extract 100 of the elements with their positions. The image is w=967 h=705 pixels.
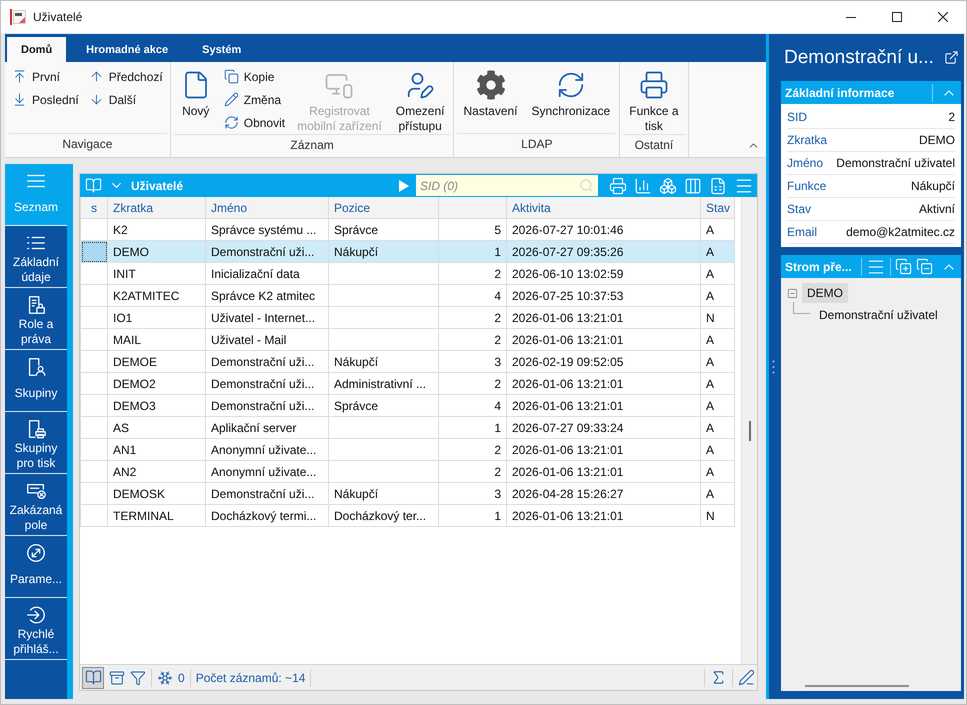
table-cell: Docházkový ter... bbox=[328, 504, 438, 526]
table-row[interactable]: DEMO Demonstrační uži... Nákupčí 1 2026-07-27 09:35:26 A bbox=[80, 240, 734, 262]
ribbon-button[interactable]: Funkce a tisk bbox=[623, 65, 685, 134]
table-row[interactable]: DEMOE Demonstrační uži... Nákupčí 3 2026-02-19 09:52:05 A bbox=[80, 350, 734, 372]
column-header[interactable]: Pozice bbox=[328, 197, 438, 218]
table-row[interactable]: AN1 Anonymní uživate... 2 2026-01-06 13:21:01 A bbox=[80, 438, 734, 460]
ribbon-tab[interactable]: Systém bbox=[188, 37, 256, 62]
splitter[interactable] bbox=[766, 34, 778, 699]
row-focus-marker[interactable] bbox=[80, 240, 108, 262]
column-header[interactable]: Stav bbox=[700, 197, 734, 218]
ribbon-button[interactable]: Kopie bbox=[220, 65, 290, 88]
spreadsheet-icon[interactable] bbox=[709, 176, 727, 194]
table-row[interactable]: K2ATMITEC Správce K2 atmitec 4 2026-07-25 10:37:53 A bbox=[80, 284, 734, 306]
field-value: demo@k2atmitec.cz bbox=[846, 225, 955, 239]
ribbon-button[interactable]: Nastavení bbox=[457, 65, 524, 119]
ribbon-tab[interactable]: Hromadné akce bbox=[72, 37, 182, 62]
search-field[interactable]: SID (0) bbox=[416, 175, 598, 196]
detail-title: Demonstrační u... bbox=[784, 46, 935, 68]
ribbon-tab[interactable]: Domů bbox=[7, 37, 66, 62]
collapse-all-icon[interactable] bbox=[916, 258, 933, 275]
expand-all-icon[interactable] bbox=[895, 258, 912, 275]
table-row[interactable]: DEMO3 Demonstrační uži... Správce 4 2026-01-06 13:21:01 A bbox=[80, 394, 734, 416]
arrow-up-to-line-icon bbox=[12, 69, 27, 84]
column-header[interactable]: Zkratka bbox=[108, 197, 206, 218]
table-cell: TERMINAL bbox=[108, 504, 206, 526]
maximize-icon bbox=[892, 12, 902, 22]
ribbon-button[interactable]: Synchronizace bbox=[526, 65, 616, 119]
popout-icon[interactable] bbox=[944, 50, 959, 65]
ribbon-button[interactable]: Další bbox=[84, 88, 167, 111]
scrollbar-thumb[interactable] bbox=[805, 685, 909, 687]
column-header[interactable]: s bbox=[80, 197, 108, 218]
column-header[interactable]: Jméno bbox=[206, 197, 328, 218]
table-row[interactable]: AN2 Anonymní uživate... 2 2026-01-06 13:21:01 A bbox=[80, 460, 734, 482]
section-title: Strom pře... bbox=[785, 260, 853, 274]
ribbon-button[interactable]: Obnovit bbox=[220, 111, 290, 134]
refresh-icon bbox=[224, 115, 239, 130]
table-row[interactable]: DEMO2 Demonstrační uži... Administrativní ... 2 2026-01-06 13:21:01 A bbox=[80, 372, 734, 394]
snowflake-icon[interactable] bbox=[157, 670, 173, 686]
record-count: Počet záznamů: ~14 bbox=[196, 670, 306, 684]
table-row[interactable]: K2 Správce systému ... Správce 5 2026-07-27 10:01:46 A bbox=[80, 218, 734, 240]
printer-icon[interactable] bbox=[609, 176, 627, 194]
gear-icon bbox=[476, 70, 506, 100]
search-icon[interactable] bbox=[579, 178, 594, 193]
table-row[interactable]: INIT Inicializační data 2 2026-06-10 13:02:59 A bbox=[80, 262, 734, 284]
printer-icon bbox=[638, 70, 669, 100]
table-cell: 2026-01-06 13:21:01 bbox=[506, 504, 700, 526]
list-view-toggle[interactable] bbox=[82, 666, 104, 688]
arrow-down-to-line-icon bbox=[12, 92, 27, 107]
boxes-icon[interactable] bbox=[659, 176, 677, 194]
filter-icon[interactable] bbox=[130, 670, 146, 686]
section-title: Základní informace bbox=[785, 86, 896, 100]
table-cell: 1 bbox=[438, 504, 506, 526]
table-cell: N bbox=[700, 504, 734, 526]
tree-node[interactable]: Demonstrační uživatel bbox=[814, 305, 943, 325]
columns-icon[interactable] bbox=[684, 176, 702, 194]
collapse-toggle-icon[interactable] bbox=[787, 288, 798, 298]
group-label: Navigace bbox=[8, 133, 167, 155]
table-title: Uživatelé bbox=[131, 178, 184, 192]
table-row[interactable]: IO1 Uživatel - Internet... 2 2026-01-06 13:21:01 N bbox=[80, 306, 734, 328]
field-label: Stav bbox=[787, 202, 812, 216]
tree-connector-line bbox=[793, 302, 810, 314]
ribbon-button[interactable]: Změna bbox=[220, 88, 290, 111]
window-title: Uživatelé bbox=[33, 10, 82, 24]
column-header[interactable]: Aktivita bbox=[506, 197, 700, 218]
scrollbar-thumb[interactable] bbox=[748, 421, 750, 441]
group-label: Záznam bbox=[174, 134, 450, 155]
table-row[interactable]: AS Aplikační server 1 2026-07-27 09:33:24 A bbox=[80, 416, 734, 438]
ribbon-button[interactable]: Nový bbox=[174, 65, 218, 119]
ribbon-button[interactable]: Poslední bbox=[8, 88, 83, 111]
ribbon-button[interactable]: Předchozí bbox=[84, 65, 167, 88]
archive-icon[interactable] bbox=[109, 670, 125, 686]
field-value: DEMO bbox=[919, 133, 955, 147]
book-icon bbox=[84, 669, 102, 686]
field-value: 2 bbox=[948, 110, 955, 124]
circle-diagonal-icon bbox=[25, 542, 47, 564]
book-icon[interactable] bbox=[85, 177, 102, 194]
field-label: Jméno bbox=[787, 156, 824, 170]
splitter-handle-icon[interactable] bbox=[772, 360, 775, 374]
pencil-icon[interactable] bbox=[738, 669, 755, 686]
field-label: Funkce bbox=[787, 179, 826, 193]
table-cell: Docházkový termi... bbox=[206, 504, 328, 526]
play-icon[interactable] bbox=[399, 180, 409, 192]
circle-arrow-icon bbox=[25, 604, 47, 626]
selection-count: 0 bbox=[178, 670, 185, 684]
field-value: Aktivní bbox=[918, 202, 955, 216]
ribbon-button[interactable]: Omezení přístupu bbox=[390, 65, 450, 134]
bar-chart-icon[interactable] bbox=[634, 176, 652, 194]
field-value: Nákupčí bbox=[910, 179, 955, 193]
field-label: SID bbox=[787, 110, 808, 124]
table-row[interactable]: DEMOSK Demonstrační uži... Nákupčí 3 2026-04-28 15:26:27 A bbox=[80, 482, 734, 504]
vertical-scrollbar[interactable] bbox=[741, 197, 757, 664]
group-label: LDAP bbox=[457, 133, 616, 155]
table-row[interactable]: MAIL Uživatel - Mail 2 2026-01-06 13:21:01 A bbox=[80, 328, 734, 350]
tree-node[interactable]: DEMO bbox=[802, 283, 848, 303]
app-logo-icon bbox=[10, 9, 26, 25]
user-pen-icon bbox=[405, 70, 436, 100]
table-row[interactable]: TERMINAL Docházkový termi... Docházkový ter... 1 2026-01-06 13:21:01 N bbox=[80, 504, 734, 526]
ribbon-button[interactable]: První bbox=[8, 65, 83, 88]
copy-icon bbox=[224, 69, 239, 84]
minimize-icon bbox=[846, 16, 856, 18]
